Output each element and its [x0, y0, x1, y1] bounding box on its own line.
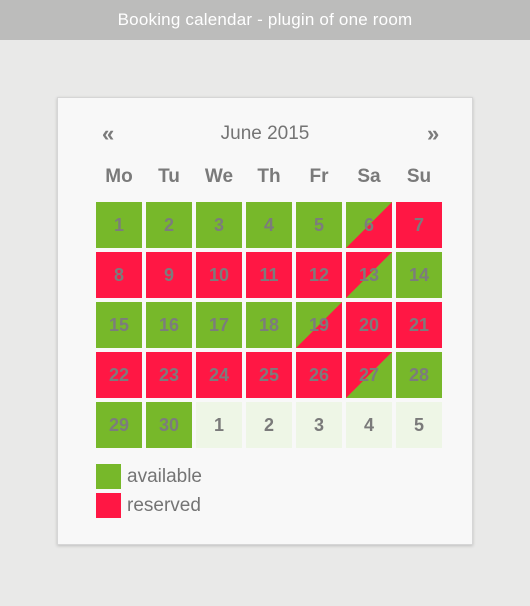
legend-label-available: available [127, 465, 202, 487]
calendar-day[interactable]: 30 [146, 402, 192, 448]
calendar-day[interactable]: 13 [346, 252, 392, 298]
weekday-header: Mo Tu We Th Fr Sa Su [96, 164, 444, 190]
calendar-day[interactable]: 16 [146, 302, 192, 348]
calendar-day[interactable]: 29 [96, 402, 142, 448]
calendar-day[interactable]: 8 [96, 252, 142, 298]
month-navigation: « June 2015 » [58, 120, 472, 148]
weekday-mo: Mo [105, 166, 133, 187]
legend-label-reserved: reserved [127, 494, 201, 516]
month-title: June 2015 [220, 123, 310, 144]
calendar-day[interactable]: 27 [346, 352, 392, 398]
calendar-day-next-month[interactable]: 1 [196, 402, 242, 448]
calendar-day[interactable]: 12 [296, 252, 342, 298]
calendar-day[interactable]: 10 [196, 252, 242, 298]
available-swatch [96, 464, 121, 489]
calendar-day[interactable]: 2 [146, 202, 192, 248]
calendar-day[interactable]: 7 [396, 202, 442, 248]
reserved-swatch [96, 493, 121, 518]
calendar-day[interactable]: 1 [96, 202, 142, 248]
calendar-day-next-month[interactable]: 2 [246, 402, 292, 448]
weekday-sa: Sa [357, 166, 381, 187]
calendar-days-grid: 1 2 3 4 5 6 7 8 9 10 11 12 13 14 15 16 17 18 19 20 21 22 23 24 2… [96, 202, 442, 448]
calendar-day[interactable]: 5 [296, 202, 342, 248]
booking-calendar: « June 2015 » Mo Tu We Th Fr Sa Su 12345… [57, 97, 473, 545]
calendar-day-next-month[interactable]: 3 [296, 402, 342, 448]
calendar-day[interactable]: 17 [196, 302, 242, 348]
calendar-day[interactable]: 21 [396, 302, 442, 348]
calendar-day[interactable]: 18 [246, 302, 292, 348]
weekday-su: Su [406, 166, 432, 187]
calendar-day[interactable]: 11 [246, 252, 292, 298]
weekday-we: We [204, 166, 234, 187]
calendar-day[interactable]: 14 [396, 252, 442, 298]
window-title: Booking calendar - plugin of one room [0, 0, 530, 40]
calendar-day[interactable]: 25 [246, 352, 292, 398]
calendar-day[interactable]: 22 [96, 352, 142, 398]
calendar-day[interactable]: 4 [246, 202, 292, 248]
legend: available reserved [96, 464, 436, 522]
weekday-th: Th [257, 166, 281, 187]
calendar-day[interactable]: 19 [296, 302, 342, 348]
calendar-day[interactable]: 9 [146, 252, 192, 298]
calendar-day-next-month[interactable]: 5 [396, 402, 442, 448]
next-month-button[interactable]: » [427, 120, 439, 148]
legend-item-reserved: reserved [96, 493, 436, 518]
weekday-fr: Fr [309, 166, 329, 187]
calendar-day[interactable]: 28 [396, 352, 442, 398]
calendar-day[interactable]: 15 [96, 302, 142, 348]
calendar-day[interactable]: 24 [196, 352, 242, 398]
calendar-day[interactable]: 3 [196, 202, 242, 248]
calendar-day[interactable]: 23 [146, 352, 192, 398]
calendar-day[interactable]: 6 [346, 202, 392, 248]
legend-item-available: available [96, 464, 436, 489]
calendar-day[interactable]: 26 [296, 352, 342, 398]
calendar-day[interactable]: 20 [346, 302, 392, 348]
weekday-tu: Tu [158, 166, 180, 187]
calendar-day-next-month[interactable]: 4 [346, 402, 392, 448]
